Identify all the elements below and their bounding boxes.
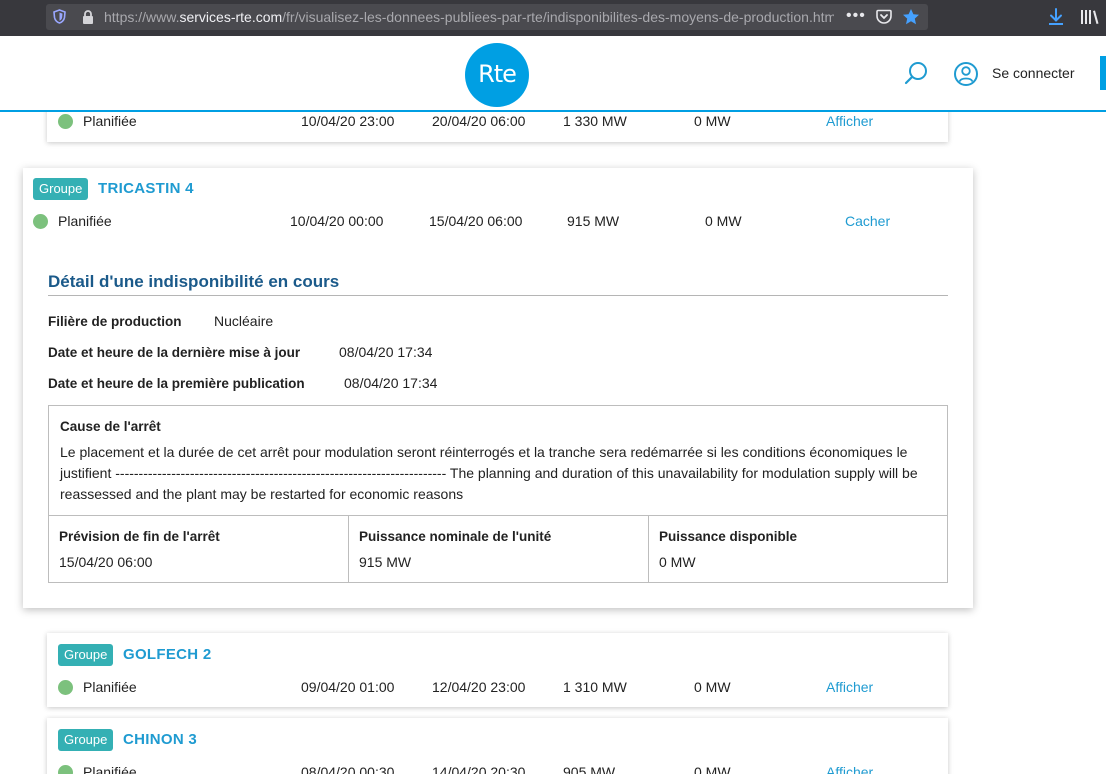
status-text: Planifiée bbox=[58, 213, 112, 229]
end-date: 20/04/20 06:00 bbox=[432, 113, 526, 129]
status-text: Planifiée bbox=[83, 113, 137, 129]
production-type-value: Nucléaire bbox=[214, 313, 274, 329]
available-power: 0 MW bbox=[694, 764, 731, 774]
nominal-power: 915 MW bbox=[567, 213, 620, 229]
unit-card: Groupe GOLFECH 2 Planifiée 09/04/20 01:0… bbox=[47, 633, 948, 707]
unit-card-expanded: Groupe TRICASTIN 4 Planifiée 10/04/20 00… bbox=[23, 168, 973, 608]
nominal-power-cell: Puissance nominale de l'unité 915 MW bbox=[348, 516, 648, 583]
cause-text: Le placement et la durée de cet arrêt po… bbox=[60, 444, 918, 502]
nominal-power: 905 MW bbox=[563, 764, 616, 774]
unavailability-list: Planifiée 10/04/20 23:00 20/04/20 06:00 … bbox=[0, 112, 1106, 774]
browser-toolbar: https://www.services-rte.com/fr/visualis… bbox=[0, 0, 1106, 36]
available-power-value: 0 MW bbox=[659, 554, 696, 570]
status-planned-icon bbox=[58, 765, 73, 774]
url-path: /fr/visualisez-les-donnees-publiees-par-… bbox=[282, 9, 834, 25]
pocket-icon[interactable] bbox=[876, 9, 892, 24]
detail-divider bbox=[48, 295, 948, 296]
production-type-label: Filière de production bbox=[48, 314, 182, 329]
logo-text: Rte bbox=[478, 60, 517, 88]
outage-summary-grid: Prévision de fin de l'arrêt 15/04/20 06:… bbox=[49, 515, 947, 583]
forecast-end-label: Prévision de fin de l'arrêt bbox=[59, 529, 220, 544]
detail-title: Détail d'une indisponibilité en cours bbox=[48, 272, 340, 291]
end-date: 15/04/20 06:00 bbox=[429, 213, 523, 229]
unit-name[interactable]: CHINON 3 bbox=[123, 731, 197, 748]
url-prefix: https://www. bbox=[104, 9, 180, 25]
group-badge: Groupe bbox=[33, 178, 89, 200]
status-planned-icon bbox=[58, 680, 73, 695]
available-power: 0 MW bbox=[694, 113, 731, 129]
last-update-label: Date et heure de la dernière mise à jour bbox=[48, 345, 301, 360]
library-icon[interactable] bbox=[1080, 9, 1100, 25]
lock-icon[interactable] bbox=[81, 10, 95, 24]
unit-name[interactable]: GOLFECH 2 bbox=[123, 646, 212, 663]
url-text[interactable]: https://www.services-rte.com/fr/visualis… bbox=[104, 9, 834, 25]
start-date: 09/04/20 01:00 bbox=[301, 679, 395, 695]
forecast-end-cell: Prévision de fin de l'arrêt 15/04/20 06:… bbox=[49, 516, 348, 583]
show-details-link[interactable]: Afficher bbox=[826, 679, 873, 695]
header-side-tab[interactable] bbox=[1100, 56, 1106, 90]
forecast-end-value: 15/04/20 06:00 bbox=[59, 554, 153, 570]
group-badge: Groupe bbox=[58, 729, 114, 751]
hide-details-link[interactable]: Cacher bbox=[845, 213, 890, 229]
nominal-power: 1 310 MW bbox=[563, 679, 627, 695]
header-divider bbox=[0, 110, 1106, 112]
end-date: 14/04/20 20:30 bbox=[432, 764, 526, 774]
status-planned-icon bbox=[33, 214, 48, 229]
show-details-link[interactable]: Afficher bbox=[826, 113, 873, 129]
last-update-value: 08/04/20 17:34 bbox=[339, 344, 433, 360]
nominal-power-label: Puissance nominale de l'unité bbox=[359, 529, 552, 544]
unit-card: Groupe CHINON 3 Planifiée 08/04/20 00:30… bbox=[47, 718, 948, 774]
status-text: Planifiée bbox=[83, 764, 137, 774]
nominal-power: 1 330 MW bbox=[563, 113, 627, 129]
search-icon[interactable] bbox=[902, 60, 930, 88]
unit-card: Planifiée 10/04/20 23:00 20/04/20 06:00 … bbox=[47, 112, 948, 142]
group-badge: Groupe bbox=[58, 644, 114, 666]
available-power: 0 MW bbox=[705, 213, 742, 229]
end-date: 12/04/20 23:00 bbox=[432, 679, 526, 695]
download-icon[interactable] bbox=[1048, 8, 1064, 26]
show-details-link[interactable]: Afficher bbox=[826, 764, 873, 774]
bookmark-star-icon[interactable] bbox=[902, 8, 920, 26]
start-date: 08/04/20 00:30 bbox=[301, 764, 395, 774]
nominal-power-value: 915 MW bbox=[359, 554, 412, 570]
url-host: services-rte.com bbox=[179, 9, 283, 25]
start-date: 10/04/20 23:00 bbox=[301, 113, 395, 129]
first-publication-label: Date et heure de la première publication bbox=[48, 376, 305, 391]
tracking-shield-icon[interactable] bbox=[53, 9, 66, 24]
address-bar[interactable]: https://www.services-rte.com/fr/visualis… bbox=[46, 4, 928, 30]
unit-name[interactable]: TRICASTIN 4 bbox=[98, 180, 194, 197]
cause-panel: Cause de l'arrêt Le placement et la duré… bbox=[48, 405, 948, 583]
site-header: Rte Se connecter bbox=[0, 36, 1106, 110]
cause-title: Cause de l'arrêt bbox=[60, 419, 161, 434]
page-actions-menu-icon[interactable]: ••• bbox=[846, 7, 866, 25]
login-link[interactable]: Se connecter bbox=[992, 65, 1075, 81]
available-power: 0 MW bbox=[694, 679, 731, 695]
rte-logo[interactable]: Rte bbox=[465, 43, 529, 107]
status-text: Planifiée bbox=[83, 679, 137, 695]
status-planned-icon bbox=[58, 114, 73, 129]
available-power-label: Puissance disponible bbox=[659, 529, 798, 544]
available-power-cell: Puissance disponible 0 MW bbox=[648, 516, 947, 583]
start-date: 10/04/20 00:00 bbox=[290, 213, 384, 229]
first-publication-value: 08/04/20 17:34 bbox=[344, 375, 438, 391]
user-account-icon[interactable] bbox=[952, 60, 980, 88]
